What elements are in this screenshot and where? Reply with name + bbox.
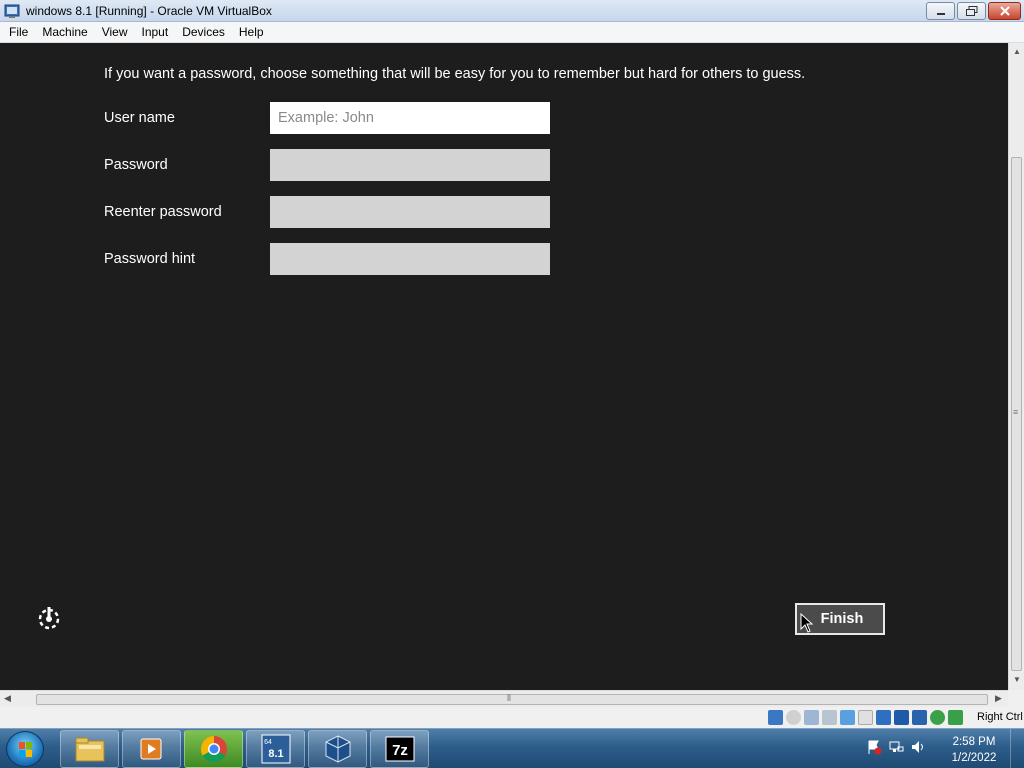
menu-help[interactable]: Help bbox=[232, 25, 271, 39]
scroll-up-icon[interactable]: ▲ bbox=[1013, 47, 1021, 56]
host-key-label: Right Ctrl bbox=[977, 711, 1023, 723]
restore-button[interactable] bbox=[957, 2, 986, 20]
vm-bits-label: 64 bbox=[264, 739, 272, 746]
7zip-label: 7z bbox=[392, 742, 408, 759]
audio-icon[interactable] bbox=[804, 710, 819, 725]
chrome-icon bbox=[200, 735, 227, 763]
restore-icon bbox=[965, 6, 977, 16]
taskbar-virtualbox[interactable] bbox=[308, 730, 367, 768]
scroll-down-icon[interactable]: ▼ bbox=[1013, 675, 1021, 684]
horizontal-scroll-thumb[interactable] bbox=[36, 694, 988, 705]
vm-status-bar: Right Ctrl bbox=[0, 707, 1024, 728]
optical-drive-icon[interactable] bbox=[786, 710, 801, 725]
volume-icon[interactable] bbox=[910, 739, 926, 755]
mouse-integration-icon[interactable] bbox=[930, 710, 945, 725]
password-hint-label: Password hint bbox=[104, 251, 196, 267]
7zip-icon: 7z bbox=[385, 736, 414, 762]
network-icon[interactable] bbox=[822, 710, 837, 725]
window-title: windows 8.1 [Running] - Oracle VM Virtua… bbox=[26, 4, 272, 18]
menu-machine[interactable]: Machine bbox=[35, 25, 94, 39]
taskbar: 8.1 64 7z 2:58 PM 1/2/2022 bbox=[0, 728, 1024, 768]
reenter-password-input[interactable] bbox=[270, 196, 550, 228]
scroll-left-icon[interactable]: ◀ bbox=[4, 693, 11, 704]
menu-bar: File Machine View Input Devices Help bbox=[0, 22, 1024, 43]
taskbar-windows-8-1-vm[interactable]: 8.1 64 bbox=[246, 730, 305, 768]
reenter-password-label: Reenter password bbox=[104, 204, 222, 220]
horizontal-scrollbar[interactable]: ◀ ⦀ ▶ bbox=[0, 690, 1008, 707]
scroll-right-icon[interactable]: ▶ bbox=[995, 693, 1002, 704]
taskbar-clock[interactable]: 2:58 PM 1/2/2022 bbox=[944, 734, 1004, 766]
menu-devices[interactable]: Devices bbox=[175, 25, 232, 39]
vm-display[interactable]: If you want a password, choose something… bbox=[0, 43, 1008, 690]
windows-logo-icon bbox=[19, 742, 32, 757]
taskbar-chrome[interactable] bbox=[184, 730, 243, 768]
hard-disk-icon[interactable] bbox=[768, 710, 783, 725]
minimize-icon bbox=[936, 13, 945, 15]
minimize-button[interactable] bbox=[926, 2, 955, 20]
username-input[interactable] bbox=[270, 102, 550, 134]
vt-x-icon[interactable] bbox=[912, 710, 927, 725]
window-title-bar: windows 8.1 [Running] - Oracle VM Virtua… bbox=[0, 0, 1024, 22]
shared-folders-icon[interactable] bbox=[858, 710, 873, 725]
vertical-scrollbar[interactable]: ▲ ≡ ▼ bbox=[1008, 43, 1024, 690]
taskbar-file-explorer[interactable] bbox=[60, 730, 119, 768]
device-status-icons bbox=[768, 710, 963, 725]
virtualbox-app-icon bbox=[4, 4, 20, 18]
display-icon[interactable] bbox=[876, 710, 891, 725]
password-input[interactable] bbox=[270, 149, 550, 181]
system-tray bbox=[866, 739, 926, 755]
recording-icon[interactable] bbox=[894, 710, 909, 725]
password-label: Password bbox=[104, 157, 168, 173]
file-explorer-icon bbox=[75, 737, 104, 762]
grip-icon: ≡ bbox=[1013, 407, 1019, 417]
virtualbox-icon bbox=[325, 735, 350, 763]
media-player-icon bbox=[140, 738, 161, 760]
menu-file[interactable]: File bbox=[2, 25, 35, 39]
windows-8-1-vm-icon: 8.1 64 bbox=[261, 734, 290, 764]
username-label: User name bbox=[104, 110, 175, 126]
ease-of-access-icon[interactable] bbox=[35, 604, 63, 632]
clock-date: 1/2/2022 bbox=[951, 752, 997, 764]
taskbar-7zip[interactable]: 7z bbox=[370, 730, 429, 768]
taskbar-media-player[interactable] bbox=[122, 730, 181, 768]
vm-version-label: 8.1 bbox=[268, 748, 283, 760]
grip-icon: ⦀ bbox=[507, 693, 511, 703]
action-center-flag-icon[interactable] bbox=[866, 739, 882, 755]
mouse-cursor-icon bbox=[800, 613, 814, 633]
setup-instructions: If you want a password, choose something… bbox=[104, 66, 806, 82]
network-tray-icon[interactable] bbox=[888, 739, 904, 755]
close-button[interactable] bbox=[988, 2, 1021, 20]
menu-view[interactable]: View bbox=[95, 25, 135, 39]
menu-input[interactable]: Input bbox=[135, 25, 176, 39]
usb-icon[interactable] bbox=[840, 710, 855, 725]
password-hint-input[interactable] bbox=[270, 243, 550, 275]
clock-time: 2:58 PM bbox=[952, 736, 996, 748]
close-icon bbox=[999, 6, 1010, 16]
host-key-icon[interactable] bbox=[948, 710, 963, 725]
start-button[interactable] bbox=[6, 731, 44, 767]
show-desktop-button[interactable] bbox=[1010, 729, 1024, 768]
